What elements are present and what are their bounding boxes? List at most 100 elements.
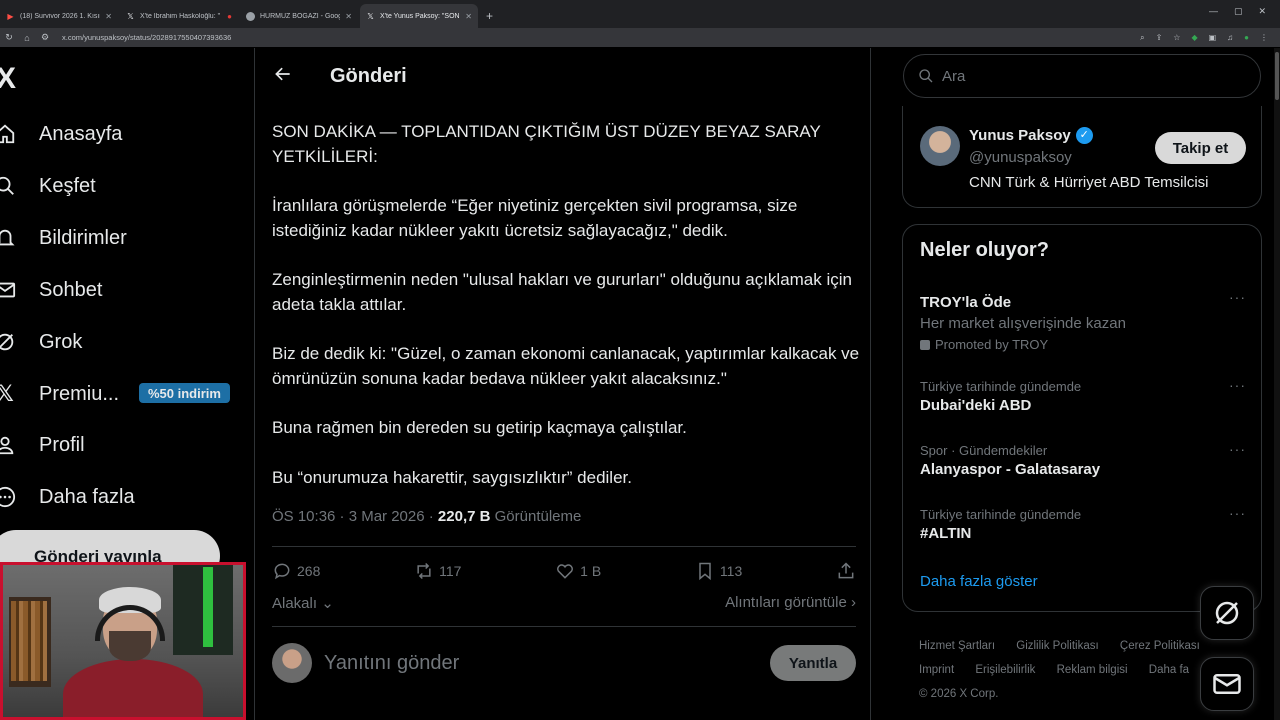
sidebar-item-grok[interactable]: Grok — [0, 322, 82, 362]
repost-count: 117 — [439, 563, 462, 579]
reply-button[interactable]: 268 — [272, 561, 320, 581]
scrollbar-thumb[interactable] — [1275, 52, 1279, 100]
sidebar-item-home[interactable]: Anasayfa — [0, 114, 122, 154]
trend-description: Her market alışverişinde kazan — [920, 315, 1126, 332]
trends-title: Neler oluyor? — [920, 239, 1049, 261]
sidebar-item-more[interactable]: Daha fazla — [0, 477, 135, 517]
search-icon — [0, 175, 16, 197]
home-icon[interactable]: ⌂ — [18, 33, 36, 43]
close-window-icon[interactable]: ✕ — [1258, 6, 1266, 17]
view-quotes-link[interactable]: Alıntıları görüntüle › — [725, 594, 856, 612]
profile-status-icon[interactable]: ● — [1244, 33, 1249, 43]
minimize-icon[interactable]: — — [1209, 6, 1218, 17]
tweet-paragraph: İranlılara görüşmelerde “Eğer niyetiniz … — [272, 196, 798, 240]
tweet-column: Gönderi SON DAKİKA — TOPLANTIDAN ÇIKTIĞI… — [254, 48, 871, 720]
sidebar-item-label: Anasayfa — [39, 122, 123, 145]
scrollbar[interactable] — [1274, 48, 1280, 720]
footer-link[interactable]: Reklam bilgisi — [1057, 664, 1128, 676]
search-input[interactable]: Ara — [903, 54, 1261, 98]
close-icon[interactable]: ✕ — [345, 12, 352, 21]
trend-item[interactable]: Türkiye tarihinde gündemde Dubai'deki AB… — [920, 377, 1246, 414]
extension-icon[interactable]: ◆ — [1191, 33, 1197, 43]
star-icon[interactable]: ☆ — [1173, 33, 1180, 43]
share-button[interactable] — [836, 561, 856, 581]
trend-name: Alanyaspor - Galatasaray — [920, 461, 1101, 478]
site-info-icon[interactable]: ⚙ — [36, 32, 54, 43]
x-icon: 𝕏 — [367, 11, 374, 21]
reload-icon[interactable]: ↻ — [0, 32, 18, 43]
trend-context: Türkiye tarihinde gündemde — [920, 379, 1082, 394]
trend-context: Türkiye tarihinde gündemde — [920, 507, 1082, 522]
divider — [272, 626, 856, 627]
trend-item[interactable]: Türkiye tarihinde gündemde #ALTIN ··· — [920, 505, 1246, 542]
sidebar-item-messages[interactable]: Sohbet — [0, 270, 102, 310]
messages-floating-button[interactable] — [1200, 657, 1254, 711]
new-tab-button[interactable]: + — [480, 9, 499, 28]
premium-discount-badge: %50 indirim — [139, 383, 230, 403]
page-title: Gönderi — [330, 65, 407, 87]
x-logo[interactable]: X — [0, 64, 16, 94]
back-arrow-icon[interactable] — [273, 64, 295, 86]
webcam-person-body — [63, 659, 203, 717]
share-icon[interactable]: ⇪ — [1156, 33, 1163, 43]
sort-dropdown[interactable]: Alakalı ⌄ — [272, 594, 334, 612]
zoom-icon[interactable]: ⌕ — [1140, 33, 1144, 43]
bookmark-button[interactable]: 113 — [695, 561, 742, 581]
trend-item[interactable]: Spor · Gündemdekiler Alanyaspor - Galata… — [920, 441, 1246, 478]
address-bar[interactable]: x.com/yunuspaksoy/status/202891755040739… — [62, 33, 231, 42]
show-more-link[interactable]: Daha fazla göster — [920, 573, 1038, 590]
trend-item[interactable]: TROY'la Öde Her market alışverişinde kaz… — [920, 289, 1246, 352]
grok-floating-button[interactable] — [1200, 586, 1254, 640]
sidebar-item-explore[interactable]: Keşfet — [0, 166, 96, 206]
browser-tab-bar: ▶ (18) Survivor 2026 1. Kısım | Su ✕ 𝕏 X… — [0, 0, 1280, 28]
extensions-puzzle-icon[interactable]: ▣ — [1209, 33, 1217, 43]
browser-tab[interactable]: HÜRMÜZ BOĞAZI - Google'da ✕ — [240, 4, 358, 28]
sidebar-item-label: Grok — [39, 330, 83, 353]
more-icon[interactable]: ··· — [1229, 377, 1246, 393]
post-header: Gönderi — [255, 48, 871, 104]
divider — [272, 546, 856, 547]
browser-menu-icon[interactable]: ⋮ — [1260, 33, 1268, 43]
browser-tab[interactable]: 𝕏 X'te İbrahim Haskoloğlu: " ● — [120, 4, 238, 28]
trend-name: Dubai'deki ABD — [920, 397, 1032, 414]
reply-count: 268 — [297, 563, 321, 579]
like-button[interactable]: 1 B — [555, 561, 601, 581]
footer-link[interactable]: Çerez Politikası — [1120, 640, 1200, 652]
tweet-timestamp[interactable]: ÖS 10:36 · 3 Mar 2026 · — [272, 508, 434, 525]
google-icon — [246, 11, 255, 21]
footer-link[interactable]: Imprint — [919, 664, 954, 676]
media-icon[interactable]: ♫ — [1227, 33, 1233, 43]
browser-tab[interactable]: ▶ (18) Survivor 2026 1. Kısım | Su ✕ — [0, 4, 118, 28]
footer-link[interactable]: Daha fa — [1149, 664, 1189, 676]
sidebar-item-notifications[interactable]: Bildirimler — [0, 218, 127, 258]
more-icon[interactable]: ··· — [1229, 441, 1246, 457]
tab-title: X'te İbrahim Haskoloğlu: " — [140, 12, 221, 20]
author-card: Yunus Paksoy ✓ @yunuspaksoy CNN Türk & H… — [902, 106, 1262, 208]
tab-title: X'te Yunus Paksoy: "SON DAKİ — [380, 12, 460, 20]
profile-icon — [0, 434, 16, 456]
more-icon[interactable]: ··· — [1229, 289, 1246, 305]
sidebar-item-profile[interactable]: Profil — [0, 425, 85, 465]
close-icon[interactable]: ✕ — [465, 12, 472, 21]
maximize-icon[interactable]: ▢ — [1234, 6, 1243, 17]
more-circle-icon — [0, 486, 16, 508]
footer-link[interactable]: Gizlilik Politikası — [1016, 640, 1098, 652]
reply-submit-button[interactable]: Yanıtla — [770, 645, 856, 681]
author-handle[interactable]: @yunuspaksoy — [969, 149, 1072, 166]
follow-button[interactable]: Takip et — [1155, 132, 1246, 164]
avatar[interactable] — [920, 126, 960, 166]
footer-link[interactable]: Hizmet Şartları — [919, 640, 995, 652]
footer-link[interactable]: Erişilebilirlik — [975, 664, 1035, 676]
copyright: © 2026 X Corp. — [919, 688, 999, 700]
sidebar-item-premium[interactable]: 𝕏 Premiu... — [0, 374, 119, 414]
sidebar-item-label: Premiu... — [39, 382, 120, 405]
reply-input[interactable]: Yanıtını gönder — [324, 652, 770, 675]
repost-button[interactable]: 117 — [414, 561, 461, 581]
grok-icon — [0, 331, 16, 353]
reply-composer: Yanıtını gönder Yanıtla — [272, 642, 856, 684]
author-name-row[interactable]: Yunus Paksoy ✓ — [969, 127, 1093, 144]
more-icon[interactable]: ··· — [1229, 505, 1246, 521]
browser-tab-active[interactable]: 𝕏 X'te Yunus Paksoy: "SON DAKİ ✕ — [360, 4, 478, 28]
tweet-paragraph: Biz de dedik ki: "Güzel, o zaman ekonomi… — [272, 344, 860, 388]
close-icon[interactable]: ✕ — [105, 12, 112, 21]
